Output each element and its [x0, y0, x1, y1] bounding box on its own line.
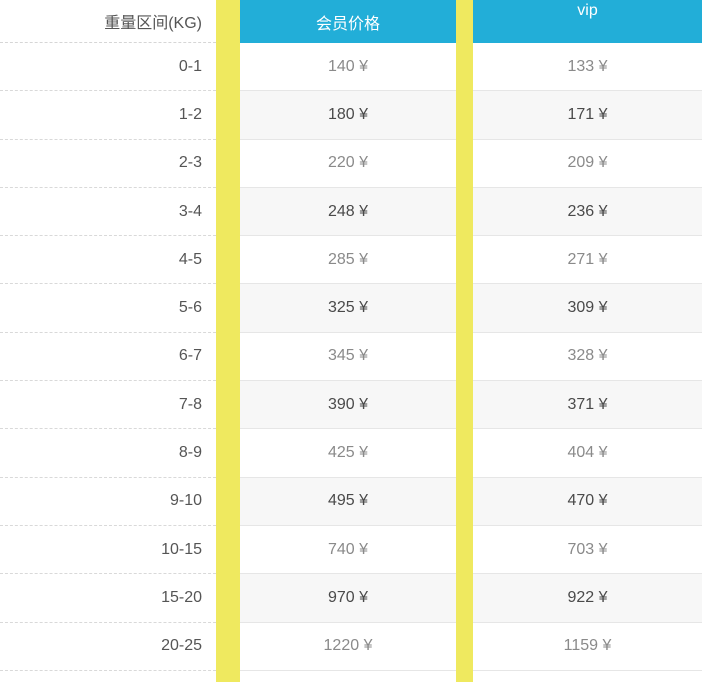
weight-range-cell: 8-9: [0, 429, 216, 478]
vip-price-cell: 703 ¥: [473, 526, 702, 575]
vip-price-cell: 371 ¥: [473, 381, 702, 430]
member-price-cell: 180 ¥: [240, 91, 456, 140]
member-price-cell: 325 ¥: [240, 284, 456, 333]
weight-range-cell: 6-7: [0, 333, 216, 382]
member-price-cell: 390 ¥: [240, 381, 456, 430]
vip-price-cell: 1159 ¥: [473, 623, 702, 671]
weight-range-cell: 3-4: [0, 188, 216, 237]
member-price-column: 会员价格 140 ¥ 180 ¥ 220 ¥ 248 ¥ 285 ¥ 325 ¥…: [240, 0, 456, 682]
weight-range-cell: 9-10: [0, 478, 216, 526]
vip-price-cell: 328 ¥: [473, 333, 702, 382]
weight-range-column: 重量区间(KG) 0-1 1-2 2-3 3-4 4-5 5-6 6-7 7-8…: [0, 0, 216, 682]
weight-range-cell: 10-15: [0, 526, 216, 575]
member-price-cell: 740 ¥: [240, 526, 456, 575]
member-price-cell: 285 ¥: [240, 236, 456, 285]
price-table: 重量区间(KG) 0-1 1-2 2-3 3-4 4-5 5-6 6-7 7-8…: [0, 0, 702, 682]
member-price-cell: 140 ¥: [240, 43, 456, 92]
weight-range-header: 重量区间(KG): [0, 0, 216, 43]
weight-range-cell: 5-6: [0, 284, 216, 333]
weight-range-cell: 1-2: [0, 91, 216, 140]
vip-price-cell: 236 ¥: [473, 187, 702, 237]
weight-range-cell: 2-3: [0, 140, 216, 188]
member-price-header: 会员价格: [240, 0, 456, 43]
weight-range-cell: 20-25: [0, 623, 216, 671]
weight-range-cell: 0-1: [0, 43, 216, 92]
member-price-cell: 1220 ¥: [240, 623, 456, 671]
weight-range-cell: 15-20: [0, 574, 216, 623]
vip-price-header: vip: [473, 0, 702, 43]
member-price-cell: 425 ¥: [240, 429, 456, 478]
vip-price-cell: 171 ¥: [473, 91, 702, 140]
vip-price-cell: 922 ¥: [473, 574, 702, 623]
column-divider: [216, 0, 240, 682]
vip-price-cell: 404 ¥: [473, 429, 702, 478]
member-price-cell: 248 ¥: [240, 187, 456, 237]
vip-price-cell: 309 ¥: [473, 284, 702, 333]
vip-price-column: vip 133 ¥ 171 ¥ 209 ¥ 236 ¥ 271 ¥ 309 ¥ …: [473, 0, 702, 682]
vip-price-cell: 133 ¥: [473, 43, 702, 92]
member-price-cell: 495 ¥: [240, 477, 456, 526]
weight-range-cell: 7-8: [0, 381, 216, 430]
member-price-cell: 970 ¥: [240, 574, 456, 623]
vip-price-cell: 470 ¥: [473, 477, 702, 526]
vip-price-cell: 209 ¥: [473, 140, 702, 188]
member-price-cell: 220 ¥: [240, 140, 456, 188]
member-price-cell: 345 ¥: [240, 333, 456, 382]
column-divider: [456, 0, 473, 682]
vip-price-cell: 271 ¥: [473, 236, 702, 285]
weight-range-cell: 4-5: [0, 236, 216, 285]
